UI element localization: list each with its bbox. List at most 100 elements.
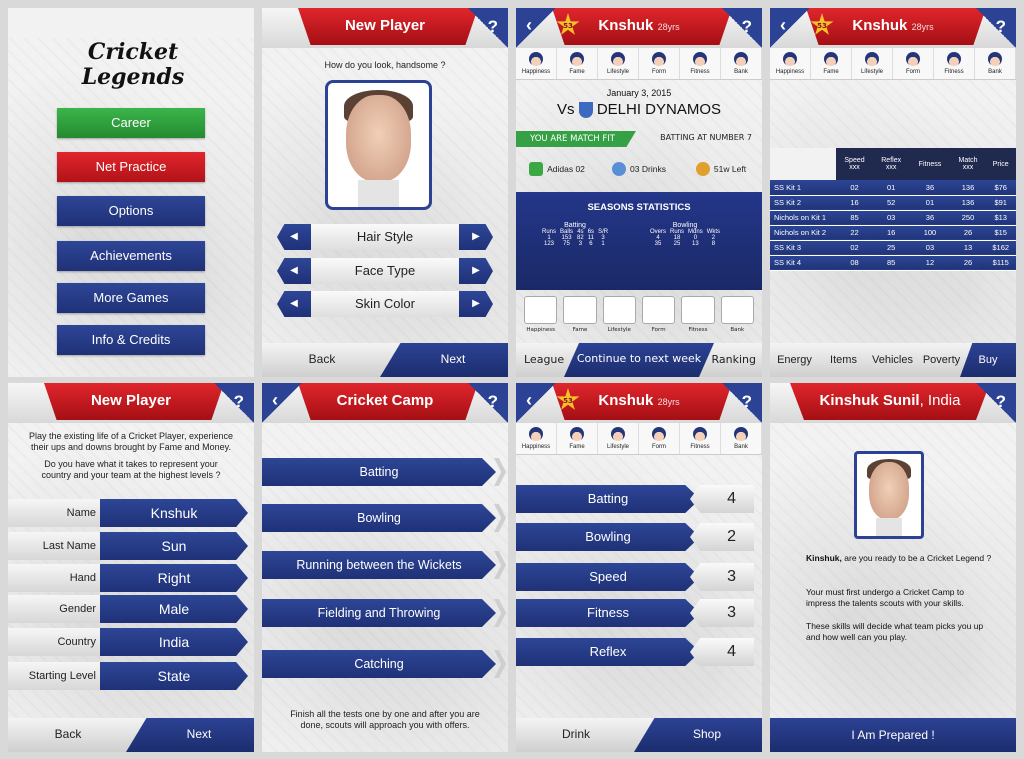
prev-arrow-icon[interactable]: ◀ <box>277 258 311 284</box>
slot-bank[interactable]: Bank <box>720 296 754 336</box>
next-button[interactable]: Next <box>398 352 508 366</box>
ready-question: Kinshuk, are you ready to be a Cricket L… <box>806 553 992 563</box>
camp-bowling-button[interactable]: Bowling <box>262 504 496 532</box>
stat-happiness[interactable]: Happiness <box>770 48 811 79</box>
skill-reflex[interactable]: Reflex 4 <box>516 638 754 666</box>
stat-fame[interactable]: Fame <box>557 423 598 454</box>
lifestyle-icon <box>611 52 625 66</box>
help-button[interactable]: ? <box>996 392 1006 412</box>
stat-lifestyle[interactable]: Lifestyle <box>598 48 639 79</box>
achievements-button[interactable]: Achievements <box>57 241 205 271</box>
stat-fitness[interactable]: Fitness <box>934 48 975 79</box>
back-button[interactable]: Back <box>8 727 128 741</box>
stat-bank[interactable]: Bank <box>721 48 762 79</box>
header: ‹ Cricket Camp ? <box>262 383 508 423</box>
stat-happiness[interactable]: Happiness <box>516 423 557 454</box>
gender-select[interactable]: Male <box>100 595 248 623</box>
net-practice-button[interactable]: Net Practice <box>57 152 205 182</box>
help-button[interactable]: ? <box>742 392 752 412</box>
camp-fielding-button[interactable]: Fielding and Throwing <box>262 599 496 627</box>
help-button[interactable]: ? <box>488 17 498 37</box>
starting-level-field: Starting Level State <box>8 662 248 690</box>
opponent-line: Vs DELHI DYNAMOS <box>556 101 722 119</box>
stat-bank[interactable]: Bank <box>721 423 762 454</box>
tab-poverty[interactable]: Poverty <box>917 343 966 377</box>
camp-catching-button[interactable]: Catching <box>262 650 496 678</box>
bowling-table: Bowling Overs Runs Mdns Wkts 4 18 0 2 35 25 13 8 <box>650 222 721 247</box>
skill-speed[interactable]: Speed 3 <box>516 563 754 591</box>
happiness-icon <box>529 52 543 66</box>
table-row[interactable]: SS Kit 3 02 25 03 13 $162 <box>770 240 1016 256</box>
back-arrow-icon[interactable]: ‹ <box>526 390 532 411</box>
shop-screen: ‹ 53 Knshuk 28yrs ? Happiness Fame Lifes… <box>770 8 1016 377</box>
page-title: Cricket Camp <box>336 392 434 409</box>
col-price: Price <box>985 148 1016 180</box>
stat-fame[interactable]: Fame <box>811 48 852 79</box>
options-button[interactable]: Options <box>57 196 205 226</box>
more-games-button[interactable]: More Games <box>57 283 205 313</box>
name-input[interactable]: Knshuk <box>100 499 248 527</box>
table-row[interactable]: SS Kit 1 02 01 36 136 $76 <box>770 180 1016 196</box>
camp-batting-button[interactable]: Batting <box>262 458 496 486</box>
back-arrow-icon[interactable]: ‹ <box>526 15 532 36</box>
ranking-button[interactable]: Ranking <box>712 353 757 366</box>
help-button[interactable]: ? <box>234 392 244 412</box>
help-button[interactable]: ? <box>488 392 498 412</box>
skill-fitness[interactable]: Fitness 3 <box>516 599 754 627</box>
next-button[interactable]: Next <box>144 727 254 741</box>
starting-level-select[interactable]: State <box>100 662 248 690</box>
table-row[interactable]: Nichols on Kit 1 85 03 36 250 $13 <box>770 210 1016 226</box>
next-arrow-icon[interactable]: ▶ <box>459 291 493 317</box>
stat-form[interactable]: Form <box>639 423 680 454</box>
slot-fame[interactable]: Fame <box>563 296 597 336</box>
bank-icon <box>988 52 1002 66</box>
slot-form[interactable]: Form <box>641 296 676 336</box>
tab-energy[interactable]: Energy <box>770 343 819 377</box>
slot-lifestyle[interactable]: Lifestyle <box>602 296 636 336</box>
stat-form[interactable]: Form <box>639 48 680 79</box>
header: Kinshuk Sunil, India ? <box>770 383 1016 423</box>
tab-vehicles[interactable]: Vehicles <box>868 343 917 377</box>
skill-bowling[interactable]: Bowling 2 <box>516 523 754 551</box>
career-button[interactable]: Career <box>57 108 205 138</box>
stat-fitness[interactable]: Fitness <box>680 48 721 79</box>
stat-happiness[interactable]: Happiness <box>516 48 557 79</box>
stat-fame[interactable]: Fame <box>557 48 598 79</box>
info-credits-button[interactable]: Info & Credits <box>57 325 205 355</box>
stat-bank[interactable]: Bank <box>975 48 1016 79</box>
prev-arrow-icon[interactable]: ◀ <box>277 224 311 250</box>
back-button[interactable]: Back <box>262 352 382 366</box>
last-name-input[interactable]: Sun <box>100 532 248 560</box>
next-arrow-icon[interactable]: ▶ <box>459 224 493 250</box>
slot-happiness[interactable]: Happiness <box>524 296 558 336</box>
fitness-icon <box>693 427 707 441</box>
help-button[interactable]: ? <box>996 17 1006 37</box>
skills-info-text: These skills will decide what team picks… <box>806 621 984 642</box>
help-button[interactable]: ? <box>742 17 752 37</box>
shop-button[interactable]: Shop <box>652 727 762 741</box>
drink-button[interactable]: Drink <box>516 727 636 741</box>
prepared-button[interactable]: I Am Prepared ! <box>770 718 1016 752</box>
table-row[interactable]: Nichols on Kit 2 22 16 100 26 $15 <box>770 225 1016 241</box>
prev-arrow-icon[interactable]: ◀ <box>277 291 311 317</box>
next-arrow-icon[interactable]: ▶ <box>459 258 493 284</box>
hand-select[interactable]: Right <box>100 564 248 592</box>
header: ‹ 53 Knshuk 28yrs ? <box>516 383 762 423</box>
back-arrow-icon[interactable]: ‹ <box>272 390 278 411</box>
camp-footer-text: Finish all the tests one by one and afte… <box>290 709 480 730</box>
stat-lifestyle[interactable]: Lifestyle <box>852 48 893 79</box>
country-select[interactable]: India <box>100 628 248 656</box>
tab-items[interactable]: Items <box>819 343 868 377</box>
league-button[interactable]: League <box>524 353 564 366</box>
table-row[interactable]: SS Kit 4 08 85 12 26 $115 <box>770 255 1016 271</box>
stat-lifestyle[interactable]: Lifestyle <box>598 423 639 454</box>
skill-batting[interactable]: Batting 4 <box>516 485 754 513</box>
stat-form[interactable]: Form <box>893 48 934 79</box>
table-row[interactable]: SS Kit 2 16 52 01 136 $91 <box>770 195 1016 211</box>
slot-fitness[interactable]: Fitness <box>681 296 715 336</box>
camp-running-button[interactable]: Running between the Wickets <box>262 551 496 579</box>
continue-button[interactable]: Continue to next week <box>564 352 714 365</box>
season-statistics: SEASONS STATISTICS Batting Runs Balls 4s 6s… <box>516 192 762 290</box>
stat-fitness[interactable]: Fitness <box>680 423 721 454</box>
back-arrow-icon[interactable]: ‹ <box>780 15 786 36</box>
